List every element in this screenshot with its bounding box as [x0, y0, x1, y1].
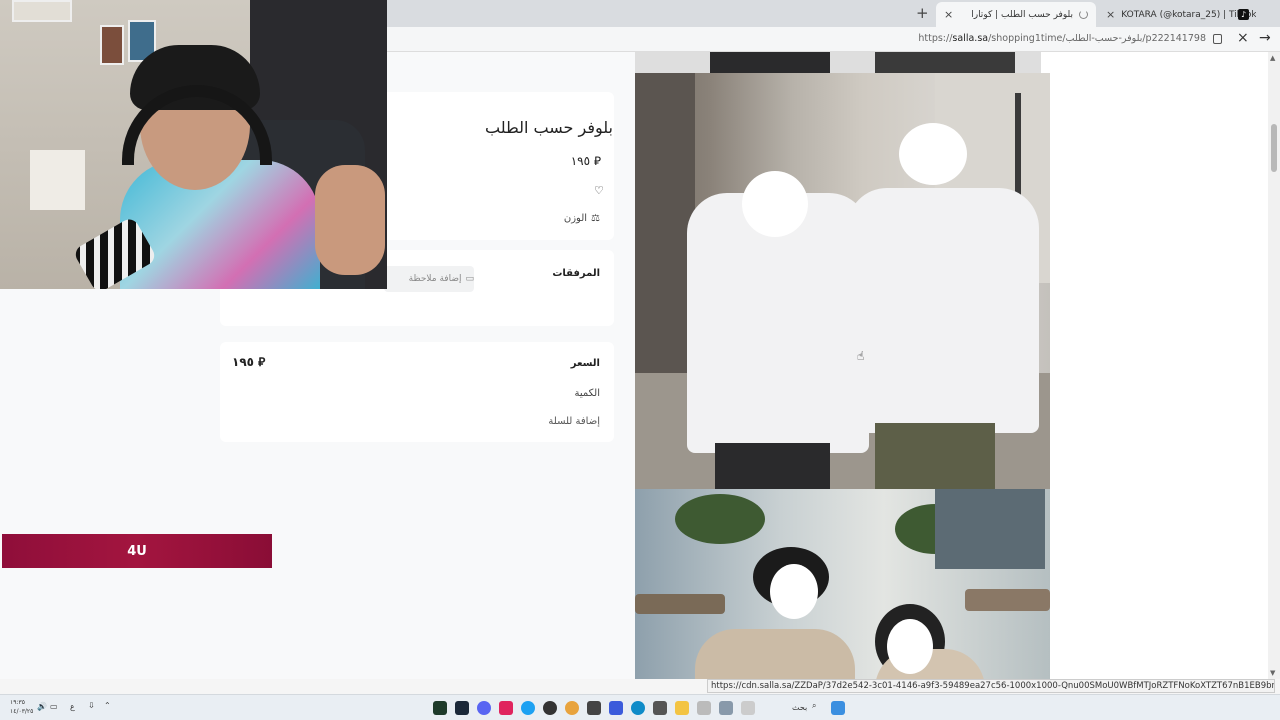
- search-icon[interactable]: ⌕: [812, 701, 816, 711]
- screen: × KOTARA (@kotara_25) | TikTok (99+) ♪ ×…: [0, 0, 1280, 720]
- stop-icon[interactable]: ×: [1237, 30, 1249, 46]
- obs-icon[interactable]: [543, 701, 557, 715]
- blurred-face: [742, 171, 808, 237]
- product-image-white-hoodies[interactable]: [635, 73, 1050, 489]
- product-price: ١٩٥ ⃁: [570, 154, 601, 168]
- go-arrow-icon[interactable]: →: [1259, 30, 1271, 46]
- chrome-icon[interactable]: [565, 701, 579, 715]
- blurred-face: [899, 123, 967, 185]
- new-tab-button[interactable]: +: [916, 4, 929, 22]
- add-note-label: إضافة ملاحظة: [408, 274, 462, 284]
- quantity-label: الكمية: [574, 388, 600, 399]
- url-text[interactable]: https://salla.sa/shopping1time/بلوفر-حسب…: [918, 33, 1206, 44]
- product-image-partial[interactable]: [635, 52, 1041, 73]
- blurred-face: [770, 564, 818, 619]
- wifi-icon[interactable]: ▭: [50, 702, 58, 711]
- steam-icon[interactable]: [455, 701, 469, 715]
- weight-label: الوزن: [563, 213, 588, 224]
- note-icon: ▭: [465, 274, 474, 284]
- app-icon[interactable]: [609, 701, 623, 715]
- url-prefix: https://: [918, 33, 953, 44]
- app-icon[interactable]: [587, 701, 601, 715]
- stream-banner: 4U: [2, 534, 272, 568]
- scrollbar-thumb[interactable]: [1271, 124, 1277, 172]
- discord-icon[interactable]: [477, 701, 491, 715]
- attachments-label: المرفقات: [552, 268, 600, 279]
- product-title: بلوفر حسب الطلب: [485, 118, 613, 137]
- app-icon[interactable]: [697, 701, 711, 715]
- close-icon[interactable]: ×: [944, 8, 953, 21]
- price-total: ١٩٥ ⃁: [232, 355, 266, 369]
- search-label[interactable]: بحث: [792, 703, 807, 712]
- add-to-cart-button[interactable]: إضافة للسلة: [548, 416, 600, 427]
- tab-tiktok[interactable]: × KOTARA (@kotara_25) | TikTok (99+): [1098, 2, 1256, 27]
- tab-product[interactable]: × بلوفر حسب الطلب | كوتارا: [936, 2, 1096, 27]
- url-path: /shopping1time/بلوفر-حسب-الطلب/p22214179…: [988, 33, 1206, 44]
- app-icon[interactable]: [741, 701, 755, 715]
- price-label: السعر: [570, 358, 600, 369]
- app-icon[interactable]: [521, 701, 535, 715]
- close-icon[interactable]: ×: [1106, 8, 1115, 21]
- product-image-tan-hoodies[interactable]: [635, 489, 1050, 679]
- tab-title: بلوفر حسب الطلب | كوتارا: [971, 9, 1073, 20]
- person-right: [847, 188, 1039, 433]
- blurred-face: [887, 619, 933, 674]
- loading-icon: [1079, 10, 1088, 19]
- edge-icon[interactable]: [631, 701, 645, 715]
- tiktok-icon: ♪: [1234, 2, 1256, 27]
- clock-date[interactable]: ١٤/٠٣/٢٥: [10, 708, 33, 715]
- scale-icon: ⚖: [591, 213, 600, 224]
- clock-time[interactable]: ١٩:٣٥: [10, 699, 25, 706]
- mouse-cursor-icon: ☝: [857, 349, 865, 363]
- lock-icon[interactable]: [1213, 34, 1222, 44]
- tiktok-icon[interactable]: [499, 701, 513, 715]
- tray-icon[interactable]: ⇩: [88, 701, 95, 710]
- terminal-icon[interactable]: [433, 701, 447, 715]
- folder-icon[interactable]: [675, 701, 689, 715]
- language-icon[interactable]: ع: [70, 702, 75, 711]
- volume-icon[interactable]: 🔊: [37, 702, 47, 711]
- weight-row: ⚖ الوزن: [564, 213, 600, 224]
- scroll-up-icon[interactable]: ▲: [1270, 54, 1275, 62]
- scroll-down-icon[interactable]: ▼: [1270, 669, 1275, 677]
- person-left: [695, 629, 855, 679]
- taskbar: ١٩:٣٥ ١٤/٠٣/٢٥ 🔊 ▭ ع ⇩ ⌃ بحث ⌕: [0, 694, 1280, 720]
- price-card: [220, 342, 614, 442]
- store-icon[interactable]: [653, 701, 667, 715]
- windows-start-icon[interactable]: [831, 701, 845, 715]
- chevron-up-icon[interactable]: ⌃: [104, 701, 111, 710]
- webcam-overlay: [0, 0, 387, 289]
- app-icon[interactable]: [719, 701, 733, 715]
- url-domain: salla.sa: [952, 33, 989, 44]
- heart-icon[interactable]: ♡: [594, 184, 604, 197]
- add-note-button[interactable]: ▭ إضافة ملاحظة: [384, 266, 474, 292]
- status-link-url: https://cdn.salla.sa/ZZDaP/37d2e542-3c01…: [707, 679, 1275, 693]
- page-scrollbar[interactable]: ▲ ▼: [1268, 52, 1280, 679]
